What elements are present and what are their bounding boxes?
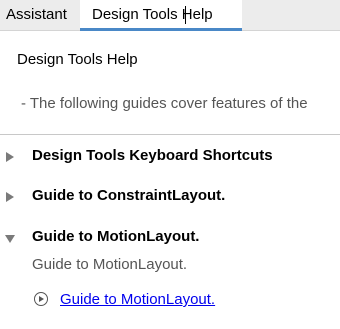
section-title[interactable]: Guide to MotionLayout. xyxy=(32,228,199,245)
tab-bar: Assistant Design Tools Help xyxy=(0,0,340,31)
section-keyboard-shortcuts[interactable]: Design Tools Keyboard Shortcuts xyxy=(0,147,340,169)
chevron-down-icon[interactable] xyxy=(5,235,15,243)
section-title[interactable]: Guide to ConstraintLayout. xyxy=(32,187,225,204)
page-title: Design Tools Help xyxy=(17,51,138,68)
chevron-right-icon[interactable] xyxy=(6,192,14,202)
tab-assistant[interactable]: Assistant xyxy=(0,0,80,31)
active-tab-indicator xyxy=(80,28,242,31)
page-description: - The following guides cover features of… xyxy=(21,95,308,112)
design-tools-help-window: Assistant Design Tools Help Design Tools… xyxy=(0,0,340,329)
chevron-right-icon[interactable] xyxy=(6,152,14,162)
guide-motionlayout-link[interactable]: Guide to MotionLayout. xyxy=(60,291,215,308)
section-subtitle: Guide to MotionLayout. xyxy=(32,256,188,273)
tab-design-tools-help[interactable]: Design Tools Help xyxy=(80,0,242,31)
section-title[interactable]: Design Tools Keyboard Shortcuts xyxy=(32,147,273,164)
text-cursor xyxy=(185,6,186,24)
play-circle-icon[interactable] xyxy=(34,292,48,306)
section-motionlayout[interactable]: Guide to MotionLayout. xyxy=(0,228,340,250)
tab-design-tools-help-label: Design Tools Help xyxy=(92,6,213,23)
divider xyxy=(0,134,340,135)
section-constraintlayout[interactable]: Guide to ConstraintLayout. xyxy=(0,187,340,209)
